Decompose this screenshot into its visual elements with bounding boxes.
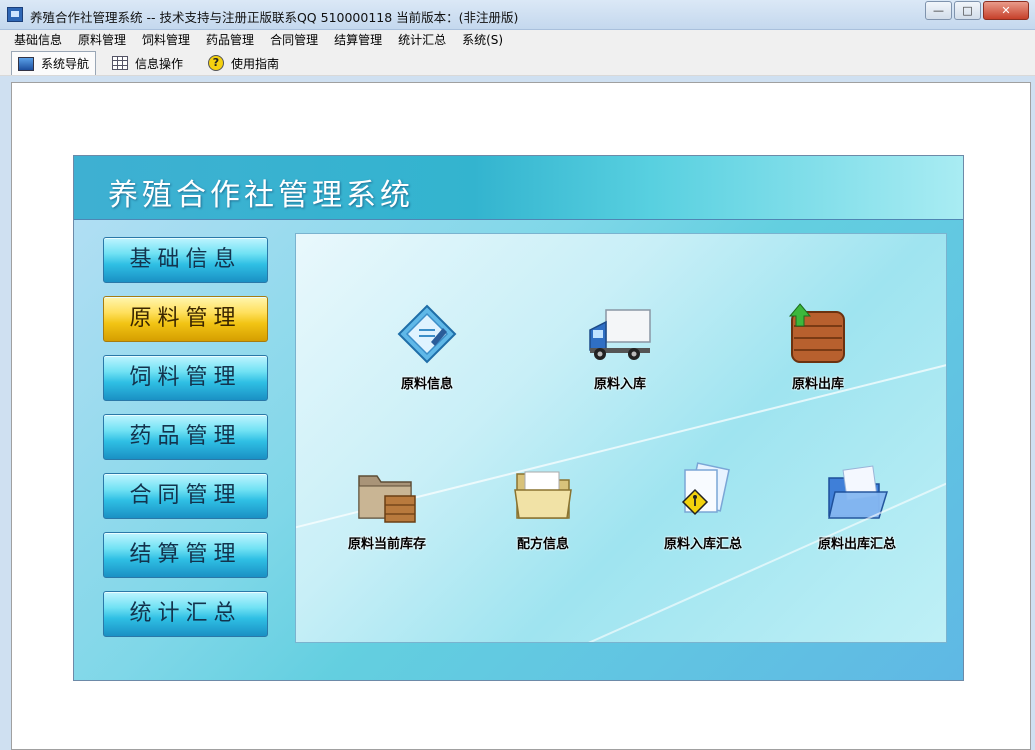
tile-label: 配方信息 (516, 537, 569, 552)
window-controls: — □ ✕ (925, 1, 1029, 20)
tile-label: 原料出库汇总 (817, 537, 896, 552)
tab-label: 信息操作 (135, 56, 184, 71)
tile-material-inbound-summary[interactable]: 原料入库汇总 (633, 462, 773, 572)
menu-material-management[interactable]: 原料管理 (70, 30, 134, 50)
side-button-statistics-summary[interactable]: 统计汇总 (103, 591, 268, 637)
menu-medicine-management[interactable]: 药品管理 (198, 30, 262, 50)
panel-title: 养殖合作社管理系统 (108, 178, 414, 213)
tab-user-guide[interactable]: ? 使用指南 (202, 51, 285, 75)
tab-system-navigation[interactable]: 系统导航 (11, 51, 97, 75)
content-area: 原料信息 原料入库 原料出库 原料当前库存 配方信息 原料入库汇总 原料出库汇总 (295, 233, 947, 643)
folder-box-icon (358, 475, 416, 523)
monitor-icon (18, 56, 34, 71)
tile-label: 原料信息 (400, 377, 453, 392)
minimize-button[interactable]: — (925, 1, 952, 20)
tile-material-outbound[interactable]: 原料出库 (748, 302, 888, 412)
menu-contract-management[interactable]: 合同管理 (262, 30, 326, 50)
side-button-material-management[interactable]: 原料管理 (103, 296, 268, 342)
menu-bar: 基础信息 原料管理 饲料管理 药品管理 合同管理 结算管理 统计汇总 系统(S) (0, 30, 1035, 50)
close-button[interactable]: ✕ (983, 1, 1029, 20)
crate-export-icon (788, 303, 845, 363)
toolbar: 系统导航 信息操作 ? 使用指南 (0, 50, 1035, 76)
title-bar: 养殖合作社管理系统 -- 技术支持与注册正版联系QQ 510000118 当前版… (0, 0, 1035, 30)
grid-icon (112, 56, 128, 70)
window-title: 养殖合作社管理系统 -- 技术支持与注册正版联系QQ 510000118 当前版… (30, 10, 519, 25)
app-icon (7, 7, 23, 22)
help-icon: ? (208, 55, 224, 71)
side-button-contract-management[interactable]: 合同管理 (103, 473, 268, 519)
truck-icon (589, 309, 651, 360)
tab-label: 使用指南 (231, 56, 280, 71)
document-edit-icon (397, 304, 457, 364)
menu-settlement-management[interactable]: 结算管理 (326, 30, 390, 50)
tile-label: 原料入库 (593, 377, 646, 392)
side-button-settlement-management[interactable]: 结算管理 (103, 532, 268, 578)
menu-basic-info[interactable]: 基础信息 (6, 30, 70, 50)
tile-formula-info[interactable]: 配方信息 (473, 462, 613, 572)
tile-label: 原料出库 (791, 377, 844, 392)
tab-label: 系统导航 (41, 57, 90, 71)
navigation-panel: 养殖合作社管理系统 基础信息 原料管理 饲料管理 药品管理 合同管理 结算管理 … (73, 155, 964, 681)
tile-label: 原料入库汇总 (663, 537, 742, 552)
side-button-feed-management[interactable]: 饲料管理 (103, 355, 268, 401)
menu-system[interactable]: 系统(S) (454, 30, 511, 50)
tile-current-material-stock[interactable]: 原料当前库存 (317, 462, 457, 572)
tile-material-inbound[interactable]: 原料入库 (550, 302, 690, 412)
tab-info-operation[interactable]: 信息操作 (106, 51, 189, 75)
side-button-medicine-management[interactable]: 药品管理 (103, 414, 268, 460)
document-sign-icon (681, 462, 730, 516)
tile-label: 原料当前库存 (347, 537, 426, 552)
panel-header: 养殖合作社管理系统 (74, 156, 963, 220)
tile-material-info[interactable]: 原料信息 (357, 302, 497, 412)
side-button-basic-info[interactable]: 基础信息 (103, 237, 268, 283)
folder-icon (514, 471, 572, 519)
blue-folder-icon (828, 465, 889, 519)
menu-feed-management[interactable]: 饲料管理 (134, 30, 198, 50)
maximize-button[interactable]: □ (954, 1, 981, 20)
tile-material-outbound-summary[interactable]: 原料出库汇总 (787, 462, 927, 572)
menu-statistics-summary[interactable]: 统计汇总 (390, 30, 454, 50)
